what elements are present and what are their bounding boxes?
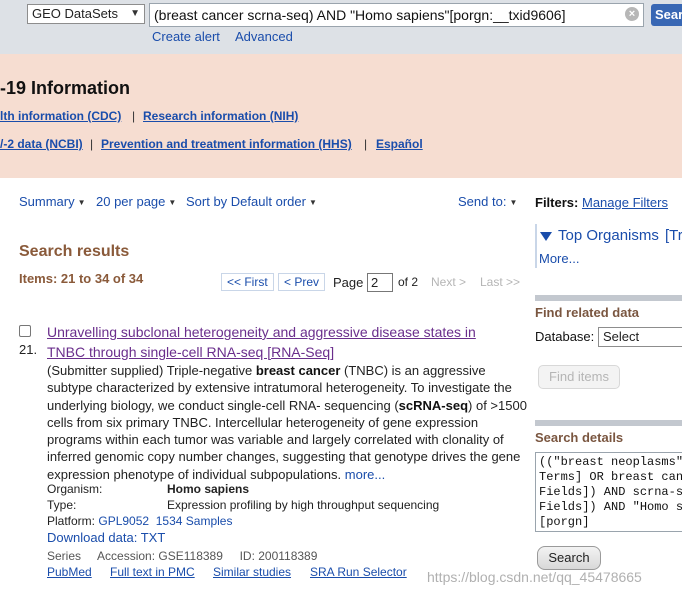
result-title-line2: TNBC through single-cell RNA-seq [RNA-Se…	[47, 344, 335, 360]
search-button[interactable]: Search	[651, 4, 682, 26]
chevron-down-icon: ▼	[308, 198, 317, 207]
more-organisms-link[interactable]: More...	[539, 251, 579, 266]
result-checkbox[interactable]	[19, 325, 31, 337]
banner-separator: |	[90, 137, 94, 151]
platform-link[interactable]: GPL9052	[98, 514, 149, 528]
find-items-button[interactable]: Find items	[538, 365, 620, 389]
filters-label: Filters:	[535, 195, 579, 210]
banner-link-nih[interactable]: Research information (NIH)	[143, 109, 298, 123]
result-description: (Submitter supplied) Triple-negative bre…	[47, 362, 527, 483]
desc-text: (Submitter supplied) Triple-negative	[47, 363, 256, 378]
pubmed-link[interactable]: PubMed	[47, 565, 92, 579]
manage-filters-link[interactable]: Manage Filters	[582, 195, 668, 210]
search-input[interactable]: (breast cancer scrna-seq) AND "Homo sapi…	[149, 3, 644, 27]
watermark: https://blog.csdn.net/qq_45478665	[427, 569, 642, 585]
more-link[interactable]: more...	[345, 467, 385, 482]
organism-label: Organism:	[47, 482, 103, 496]
platform-row: Platform: GPL9052 1534 Samples	[47, 514, 232, 528]
send-to-dropdown[interactable]: Send to: ▼	[458, 194, 517, 209]
triangle-down-icon[interactable]	[540, 232, 552, 241]
similar-studies-link[interactable]: Similar studies	[213, 565, 291, 579]
database-select[interactable]: GEO DataSets ▼	[27, 4, 145, 24]
result-title-link[interactable]: Unravelling subclonal heterogeneity and …	[47, 322, 517, 362]
tree-link[interactable]: [Tr	[665, 227, 682, 244]
banner-separator: |	[364, 137, 368, 151]
accession: Accession: GSE118389	[97, 549, 223, 563]
summary-label: Summary	[19, 194, 75, 209]
clear-icon[interactable]: ×	[625, 7, 639, 21]
desc-highlight: breast cancer	[255, 363, 341, 378]
banner-link-espanol[interactable]: Español	[376, 137, 423, 151]
search-bar: GEO DataSets ▼ (breast cancer scrna-seq)…	[0, 0, 682, 54]
find-related-heading: Find related data	[535, 305, 640, 320]
per-page-label: 20 per page	[96, 194, 166, 209]
series-row: Series Accession: GSE118389 ID: 20011838…	[47, 549, 317, 563]
related-database-select[interactable]: Select	[598, 327, 682, 347]
type-label: Type:	[47, 498, 77, 512]
banner-link-hhs[interactable]: Prevention and treatment information (HH…	[101, 137, 352, 151]
items-range: Items: 21 to 34 of 34	[19, 271, 144, 286]
desc-highlight: scRNA-seq	[398, 397, 469, 413]
banner-title: -19 Information	[0, 78, 131, 98]
search-details-heading: Search details	[535, 430, 624, 445]
chevron-down-icon: ▼	[509, 198, 518, 207]
banner-link-ncbi[interactable]: /-2 data (NCBI)	[0, 137, 83, 151]
sort-label: Sort by Default order	[186, 194, 306, 209]
send-to-label: Send to:	[458, 194, 507, 209]
banner-link-cdc[interactable]: lth information (CDC)	[0, 109, 121, 123]
pmc-full-text-link[interactable]: Full text in PMC	[110, 565, 195, 579]
chevron-down-icon: ▼	[130, 8, 140, 19]
section-divider	[535, 420, 682, 426]
series-label: Series	[47, 549, 82, 563]
sort-dropdown[interactable]: Sort by Default order ▼	[186, 194, 317, 209]
database-select-value: GEO DataSets	[32, 6, 118, 21]
results-heading: Search results	[19, 243, 130, 260]
search-details-button[interactable]: Search	[537, 546, 601, 570]
prev-page-button[interactable]: < Prev	[278, 273, 326, 291]
summary-dropdown[interactable]: Summary ▼	[19, 194, 86, 209]
page-count: of 2	[398, 275, 419, 289]
per-page-dropdown[interactable]: 20 per page ▼	[96, 194, 176, 209]
top-organisms-toggle[interactable]: Top Organisms	[558, 227, 659, 244]
result-number: 21.	[19, 342, 38, 357]
samples-link[interactable]: 1534 Samples	[156, 514, 233, 528]
type-value: Expression profiling by high throughput …	[167, 498, 440, 512]
last-page-button[interactable]: Last >>	[480, 275, 520, 289]
result-title-line1: Unravelling subclonal heterogeneity and …	[47, 324, 476, 340]
create-alert-link[interactable]: Create alert	[152, 29, 220, 44]
banner-separator: |	[132, 109, 136, 123]
section-divider	[535, 295, 682, 301]
database-label: Database:	[535, 329, 595, 344]
platform-label: Platform:	[47, 514, 96, 528]
page-number-input[interactable]: 2	[367, 273, 393, 292]
sra-run-selector-link[interactable]: SRA Run Selector	[310, 565, 407, 579]
record-id: ID: 200118389	[239, 549, 318, 563]
advanced-search-link[interactable]: Advanced	[235, 29, 293, 44]
next-page-button[interactable]: Next >	[431, 275, 466, 289]
download-data-link[interactable]: Download data: TXT	[47, 530, 165, 545]
search-details-textarea[interactable]: (("breast neoplasms"[ Terms] OR breast c…	[535, 452, 682, 532]
page-label: Page	[333, 275, 364, 290]
chevron-down-icon: ▼	[77, 198, 86, 207]
chevron-down-icon: ▼	[168, 198, 177, 207]
first-page-button[interactable]: << First	[221, 273, 274, 291]
organism-value: Homo sapiens	[167, 482, 250, 496]
